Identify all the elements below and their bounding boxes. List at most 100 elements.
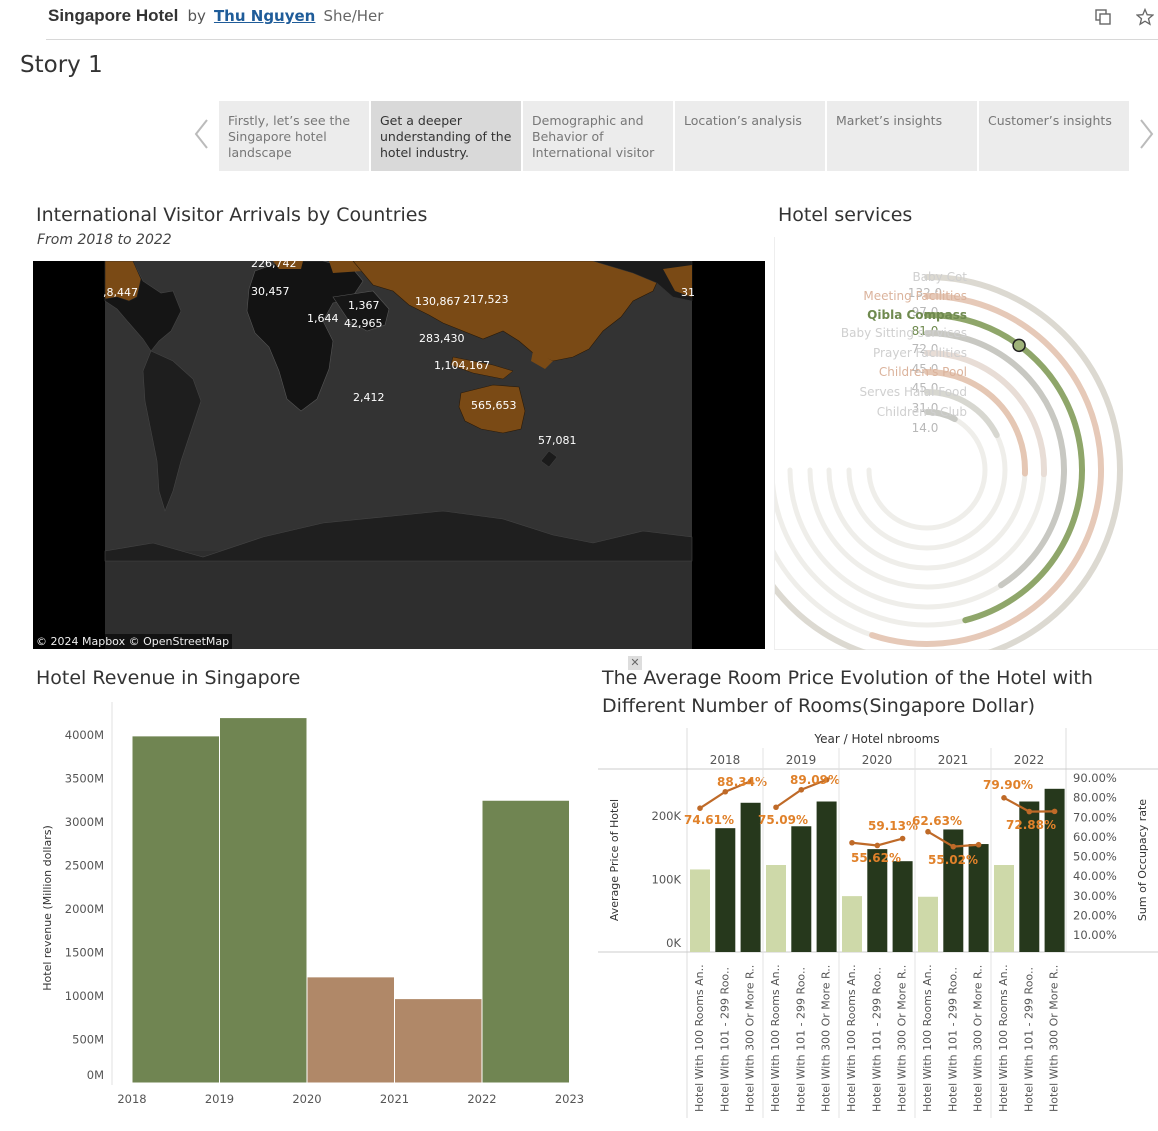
map-title: International Visitor Arrivals by Countr… [36,204,428,226]
favorite-star-icon[interactable] [1136,8,1154,26]
price-y2tick-0: 10.00% [1073,928,1117,942]
map-label-7: 1,644 [307,312,339,325]
copy-icon[interactable] [1094,8,1112,26]
revenue-bar-2022 [481,799,570,1084]
price-xlabel-2020-1: Hotel With 101 - 299 Roo.. [870,967,883,1112]
occupancy-label-2021-0: 62.63% [912,814,962,828]
revenue-bar-2020 [306,976,395,1084]
story-tab-location[interactable]: Location’s analysis [675,101,825,171]
price-xlabel-2021-0: Hotel With 100 Rooms An.. [921,964,934,1112]
price-bar-2018-0 [690,869,710,952]
price-xlabel-2019-0: Hotel With 100 Rooms An.. [769,964,782,1112]
story-tab-demographic[interactable]: Demographic and Behavior of Internationa… [523,101,673,171]
price-year-2022: 2022 [1014,753,1045,767]
map-subtitle: From 2018 to 2022 [37,232,172,248]
revenue-ylabel: Hotel revenue (Million dollars) [41,825,54,990]
occupancy-point-2019-1 [798,786,805,793]
price-bar-2020-0 [842,896,862,952]
room-price-chart[interactable]: Year / Hotel nbrooms Average Price of Hot… [598,728,1158,1118]
map-base [104,261,693,649]
workbook-title-group: Singapore Hotel by Thu Nguyen She/Her [48,6,383,26]
services-radial-chart[interactable]: Baby Cot 132.0 Meeting Facilities 97.0 Qibla… [731,237,1158,666]
price-ytick-2: 200K [652,809,682,823]
revenue-title: Hotel Revenue in Singapore [36,667,301,689]
price-bar-2019-1 [791,826,812,952]
map-label-8: 42,965 [344,317,383,330]
revenue-xtick-2019: 2019 [205,1092,234,1106]
service-name-4: Prayer Facilities [873,346,967,360]
occupancy-label-2020-0: 55.62% [851,851,901,865]
services-radial-svg: Baby Cot132.0Meeting Facilities97.0Qibla… [731,270,1123,666]
occupancy-point-2021-2 [975,841,982,848]
revenue-chart[interactable]: Hotel revenue (Million dollars) 0M 500M 100… [36,702,596,1112]
services-title: Hotel services [778,204,913,226]
revenue-bar-2019 [219,717,308,1084]
occupancy-label-2019-0: 75.09% [758,813,808,827]
service-name-5: Children's Pool [879,365,967,379]
service-marker [1012,338,1026,353]
story-tab-industry[interactable]: Get a deeper understanding of the hotel … [371,101,521,171]
next-arrow-icon[interactable] [1136,117,1156,151]
workbook-title: Singapore Hotel [48,6,179,25]
price-bar-2019-2 [816,801,837,952]
author-link[interactable]: Thu Nguyen [214,7,315,25]
service-name-6: Serves Halal Food [860,385,967,399]
revenue-ytick-6: 3000M [65,815,104,829]
previous-arrow-icon[interactable] [192,117,212,151]
service-name-7: Children's Club [877,405,967,419]
map-label-11: 2,412 [353,391,385,404]
story-tab-customer[interactable]: Customer’s insights [979,101,1129,171]
occupancy-point-2020-1 [874,842,881,849]
revenue-bar-2018 [131,735,220,1084]
price-year-2020: 2020 [862,753,893,767]
price-ytick-0: 0K [666,936,681,950]
price-ylabel: Average Price of Hotel [608,799,621,921]
occupancy-label-2022-0: 79.90% [983,778,1033,792]
by-label: by [187,7,206,25]
price-title-line2: Different Number of Rooms(Singapore Doll… [602,695,1036,717]
story-tab-market[interactable]: Market’s insights [827,101,977,171]
revenue-ytick-8: 4000M [65,728,104,742]
author-pronouns: She/Her [323,7,384,25]
revenue-xtick-2023: 2023 [555,1092,584,1106]
map-label-1: ,8,447 [103,286,138,299]
revenue-ytick-3: 1500M [65,946,104,960]
service-name-2: Qibla Compass [867,308,967,322]
workbook-header: Singapore Hotel by Thu Nguyen She/Her [0,0,1158,40]
map-label-10: 1,104,167 [434,359,490,372]
revenue-xtick-2020: 2020 [292,1092,321,1106]
occupancy-label-2018-1: 88.34% [717,775,767,789]
revenue-bar-2021 [394,998,483,1084]
service-value-7: 14.0 [912,421,939,435]
story-tab-landscape[interactable]: Firstly, let’s see the Singapore hotel l… [219,101,369,171]
occupancy-label-2018-0: 74.61% [684,813,734,827]
occupancy-label-2021-1: 55.02% [928,853,978,867]
occupancy-point-2021-1 [950,843,957,850]
occupancy-point-2022-1 [1026,808,1033,815]
map-label-3: 1,367 [348,299,380,312]
map-label-6: 31 [681,286,695,299]
occupancy-point-2018-1 [722,788,729,795]
price-y2tick-7: 80.00% [1073,791,1117,805]
price-y2tick-8: 90.00% [1073,771,1117,785]
revenue-xtick-2022: 2022 [467,1092,496,1106]
service-name-3: Baby Sitting services [841,326,967,340]
price-xlabel-2018-0: Hotel With 100 Rooms An.. [693,964,706,1112]
world-map[interactable]: 226,742 ,8,447 30,457 1,367 130,867 217,… [33,261,765,649]
occupancy-label-2022-1: 72.88% [1006,818,1056,832]
price-xlabel-2018-2: Hotel With 300 Or More R.. [744,965,757,1112]
occupancy-point-2022-2 [1051,808,1058,815]
story-title: Story 1 [20,52,103,78]
price-xlabel-2020-2: Hotel With 300 Or More R.. [896,965,909,1112]
revenue-xtick-2021: 2021 [380,1092,409,1106]
revenue-xtick-2018: 2018 [117,1092,146,1106]
price-year-2021: 2021 [938,753,969,767]
map-label-2: 30,457 [251,285,290,298]
map-label-5: 217,523 [463,293,509,306]
price-xlabel-2022-1: Hotel With 101 - 299 Roo.. [1022,967,1035,1112]
price-y2label: Sum of Occupacy rate [1136,799,1149,921]
price-xlabel-2020-0: Hotel With 100 Rooms An.. [845,964,858,1112]
price-y2tick-3: 40.00% [1073,869,1117,883]
price-xlabel-2019-2: Hotel With 300 Or More R.. [820,965,833,1112]
price-ytick-1: 100K [652,873,682,887]
